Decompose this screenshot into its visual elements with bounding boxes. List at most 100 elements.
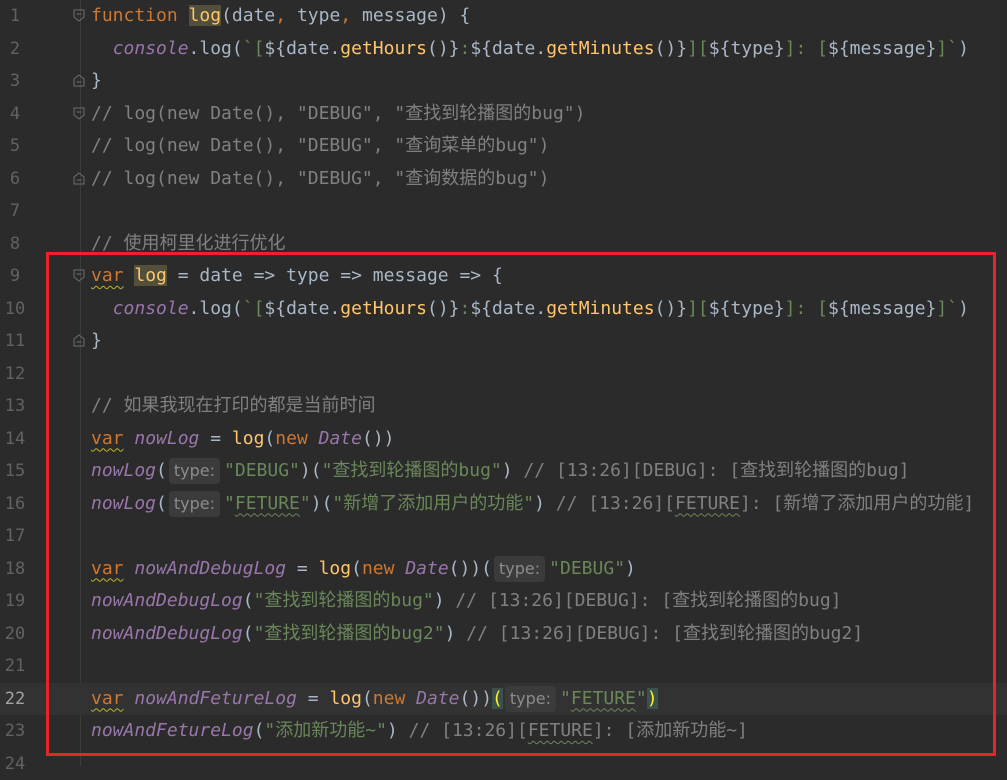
code-token: Date xyxy=(416,688,459,709)
code-line[interactable]: 18var nowAndDebugLog = log(new Date())(t… xyxy=(0,553,1007,586)
code-text: console.log(`[${date.getHours()}:${date.… xyxy=(91,293,969,326)
code-line[interactable]: 1function log(date, type, message) { xyxy=(0,0,1007,33)
code-token: ${date. xyxy=(470,38,546,59)
code-token: // 使用柯里化进行优化 xyxy=(91,233,286,254)
code-token: new xyxy=(373,688,416,709)
code-text: } xyxy=(91,65,102,98)
code-token: log xyxy=(189,5,222,26)
code-token: // log(new Date(), "DEBUG", "查询数据的bug") xyxy=(91,168,549,189)
line-number: 21 xyxy=(0,650,30,683)
fold-end-icon[interactable] xyxy=(73,334,85,347)
code-token: : xyxy=(460,38,471,59)
code-line[interactable]: 14var nowLog = log(new Date()) xyxy=(0,423,1007,456)
code-line[interactable]: 4 // log(new Date(), "DEBUG", "查找到轮播图的bug… xyxy=(0,98,1007,131)
line-number: 8 xyxy=(0,228,30,261)
code-line[interactable]: 9var log = date => type => message => { xyxy=(0,260,1007,293)
code-line[interactable]: 11} xyxy=(0,325,1007,358)
code-token: `[ xyxy=(243,38,265,59)
code-text: function log(date, type, message) { xyxy=(91,0,470,33)
code-token: var xyxy=(91,688,124,709)
code-text: nowLog(type:"FETURE")("新增了添加用户的功能") // [… xyxy=(91,488,974,521)
fold-end-icon[interactable] xyxy=(73,172,85,185)
code-token: ( xyxy=(254,720,265,741)
code-token: log xyxy=(232,428,265,449)
code-line[interactable]: 20nowAndDebugLog("查找到轮播图的bug2") // [13:2… xyxy=(0,618,1007,651)
line-number: 5 xyxy=(0,130,30,163)
code-token: ) xyxy=(958,38,969,59)
code-text: nowAndDebugLog("查找到轮播图的bug") // [13:26][… xyxy=(91,585,842,618)
line-number: 10 xyxy=(0,293,30,326)
code-line[interactable]: 23nowAndFetureLog("添加新功能~") // [13:26][F… xyxy=(0,715,1007,748)
parameter-hint: type: xyxy=(169,491,220,517)
code-line[interactable]: 10 console.log(`[${date.getHours()}:${da… xyxy=(0,293,1007,326)
code-token xyxy=(124,428,135,449)
code-line[interactable]: 2 console.log(`[${date.getHours()}:${dat… xyxy=(0,33,1007,66)
line-number: 17 xyxy=(0,520,30,553)
code-token: // log(new Date(), "DEBUG", "查找到轮播图的bug"… xyxy=(91,103,585,124)
line-number: 2 xyxy=(0,33,30,66)
line-number: 9 xyxy=(0,260,30,293)
line-number: 18 xyxy=(0,553,30,586)
code-token: type xyxy=(297,5,340,26)
line-number: 14 xyxy=(0,423,30,456)
code-line[interactable]: 13// 如果我现在打印的都是当前时间 xyxy=(0,390,1007,423)
code-token: nowAndDebugLog xyxy=(91,590,243,611)
code-line[interactable]: 3} xyxy=(0,65,1007,98)
code-line[interactable]: 16nowLog(type:"FETURE")("新增了添加用户的功能") //… xyxy=(0,488,1007,521)
code-line[interactable]: 21 xyxy=(0,650,1007,683)
code-token: FETURE xyxy=(571,688,636,709)
code-token: = xyxy=(297,688,330,709)
code-line[interactable]: 8 // 使用柯里化进行优化 xyxy=(0,228,1007,261)
code-token: ) xyxy=(434,590,445,611)
code-token: " xyxy=(300,493,311,514)
code-line[interactable]: 12 xyxy=(0,358,1007,391)
code-line[interactable]: 24 xyxy=(0,748,1007,780)
code-token: } xyxy=(91,330,102,351)
fold-end-icon[interactable] xyxy=(73,74,85,87)
line-number: 15 xyxy=(0,455,30,488)
line-number: 19 xyxy=(0,585,30,618)
code-text: // log(new Date(), "DEBUG", "查找到轮播图的bug"… xyxy=(91,98,585,131)
code-token: ( xyxy=(243,590,254,611)
code-token: ${type} xyxy=(709,298,785,319)
code-token: = xyxy=(199,428,232,449)
code-token: ) xyxy=(534,493,545,514)
code-line[interactable]: 17 xyxy=(0,520,1007,553)
line-number: 23 xyxy=(0,715,30,748)
code-token: " xyxy=(224,493,235,514)
code-token: FETURE xyxy=(235,493,300,514)
code-token: log xyxy=(319,558,352,579)
code-token: ( xyxy=(156,493,167,514)
code-token: .log( xyxy=(189,38,243,59)
code-token: ) xyxy=(625,558,636,579)
fold-collapse-icon[interactable] xyxy=(73,269,85,282)
code-line[interactable]: 5 // log(new Date(), "DEBUG", "查询菜单的bug") xyxy=(0,130,1007,163)
code-token: var xyxy=(91,428,124,449)
code-token: ]: [ xyxy=(785,38,828,59)
parameter-hint: type: xyxy=(505,686,556,712)
code-token: ( xyxy=(362,688,373,709)
code-line[interactable]: 22var nowAndFetureLog = log(new Date())(… xyxy=(0,683,1007,716)
fold-collapse-icon[interactable] xyxy=(73,9,85,22)
code-token: = date => type => message => { xyxy=(167,265,503,286)
code-text: nowAndDebugLog("查找到轮播图的bug2") // [13:26]… xyxy=(91,618,863,651)
line-number: 4 xyxy=(0,98,30,131)
code-line[interactable]: 6// log(new Date(), "DEBUG", "查询数据的bug") xyxy=(0,163,1007,196)
code-line[interactable]: 19 nowAndDebugLog("查找到轮播图的bug") // [13:26… xyxy=(0,585,1007,618)
code-token: nowAndFetureLog xyxy=(91,720,254,741)
code-token: getHours xyxy=(340,38,427,59)
code-token: ( xyxy=(264,428,275,449)
code-token: FETURE xyxy=(528,720,593,741)
fold-collapse-icon[interactable] xyxy=(73,107,85,120)
code-token xyxy=(124,558,135,579)
code-token: (date xyxy=(221,5,275,26)
code-text: // 如果我现在打印的都是当前时间 xyxy=(91,390,376,423)
code-token: , xyxy=(340,5,362,26)
code-token: getMinutes xyxy=(546,38,654,59)
code-line[interactable]: 15nowLog(type:"DEBUG")("查找到轮播图的bug") // … xyxy=(0,455,1007,488)
code-token: ()) xyxy=(362,428,395,449)
code-line[interactable]: 7 xyxy=(0,195,1007,228)
code-text: console.log(`[${date.getHours()}:${date.… xyxy=(91,33,969,66)
code-token: // log(new Date(), "DEBUG", "查询菜单的bug") xyxy=(91,135,549,156)
code-token: nowLog xyxy=(91,493,156,514)
